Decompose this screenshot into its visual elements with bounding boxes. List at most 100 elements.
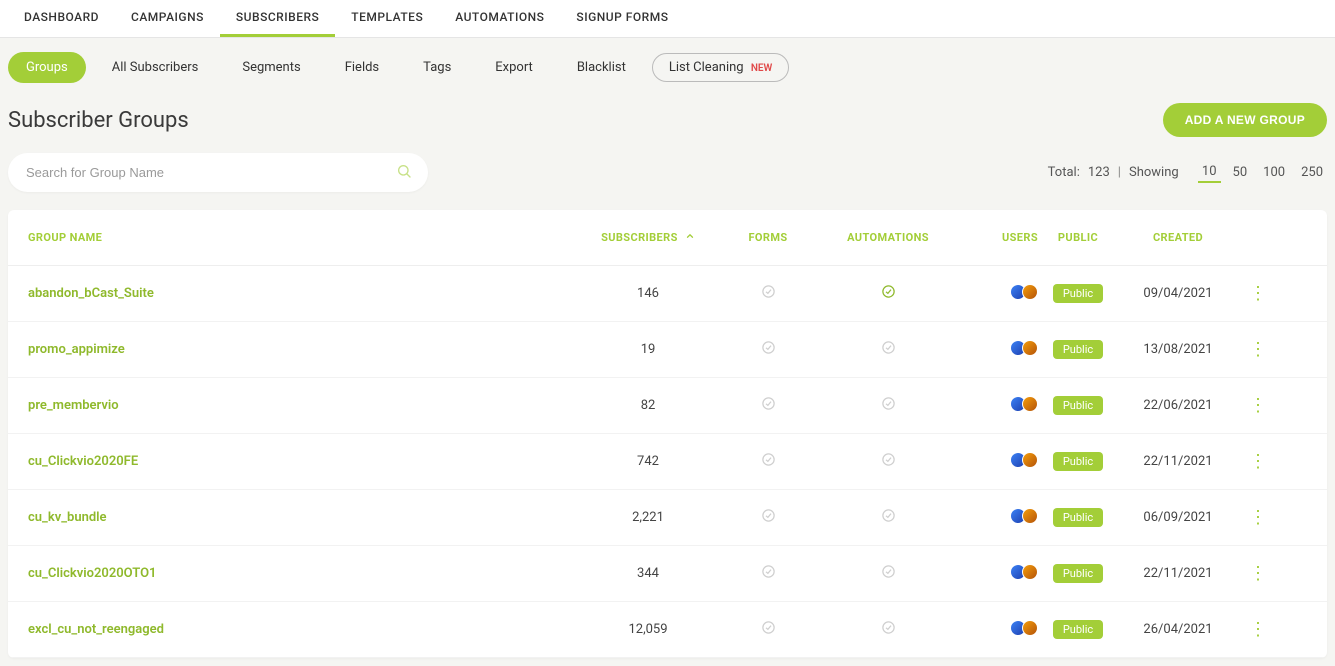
nav-signup-forms[interactable]: SIGNUP FORMS <box>560 0 684 37</box>
row-actions-menu[interactable]: ⋮ <box>1249 621 1267 639</box>
nav-subscribers[interactable]: SUBSCRIBERS <box>220 0 335 37</box>
row-actions-menu[interactable]: ⋮ <box>1249 285 1267 303</box>
cell-forms <box>708 284 828 304</box>
cell-subscribers: 742 <box>588 454 708 469</box>
avatar-icon <box>1022 396 1038 412</box>
avatar-icon <box>1022 284 1038 300</box>
groups-table: GROUP NAME SUBSCRIBERS FORMS AUTOMATIONS… <box>8 210 1327 658</box>
cell-subscribers: 2,221 <box>588 510 708 525</box>
user-avatars[interactable] <box>1010 452 1038 468</box>
th-public[interactable]: PUBLIC <box>1038 231 1118 244</box>
nav-automations[interactable]: AUTOMATIONS <box>439 0 560 37</box>
nav-campaigns[interactable]: CAMPAIGNS <box>115 0 220 37</box>
pagination-summary: Total: 123 | Showing 10 50 100 250 <box>1048 162 1327 183</box>
row-actions-menu[interactable]: ⋮ <box>1249 453 1267 471</box>
th-automations[interactable]: AUTOMATIONS <box>828 231 948 244</box>
subnav-groups[interactable]: Groups <box>8 52 86 83</box>
group-name-link[interactable]: cu_Clickvio2020FE <box>28 454 138 469</box>
subnav-list-cleaning[interactable]: List Cleaning NEW <box>652 53 790 82</box>
cell-forms <box>708 340 828 360</box>
cell-automations <box>828 340 948 360</box>
total-value: 123 <box>1088 165 1110 180</box>
cell-public: Public <box>1038 508 1118 527</box>
cell-automations <box>828 508 948 528</box>
public-badge[interactable]: Public <box>1053 452 1103 471</box>
table-row: pre_membervio 82 Public 22/06/2021 ⋮ <box>8 378 1327 434</box>
group-name-link[interactable]: excl_cu_not_reengaged <box>28 622 164 637</box>
user-avatars[interactable] <box>1010 508 1038 524</box>
cell-public: Public <box>1038 284 1118 303</box>
user-avatars[interactable] <box>1010 396 1038 412</box>
table-row: abandon_bCast_Suite 146 Public 09/04/202… <box>8 266 1327 322</box>
th-subscribers[interactable]: SUBSCRIBERS <box>588 231 708 245</box>
user-avatars[interactable] <box>1010 620 1038 636</box>
subnav-tags[interactable]: Tags <box>405 52 469 83</box>
group-name-link[interactable]: cu_Clickvio2020OTO1 <box>28 566 157 581</box>
cell-automations <box>828 620 948 640</box>
public-badge[interactable]: Public <box>1053 284 1103 303</box>
page-size-10[interactable]: 10 <box>1198 162 1221 183</box>
row-actions-menu[interactable]: ⋮ <box>1249 509 1267 527</box>
nav-templates[interactable]: TEMPLATES <box>335 0 439 37</box>
cell-forms <box>708 620 828 640</box>
subnav-segments[interactable]: Segments <box>224 52 318 83</box>
cell-automations <box>828 452 948 472</box>
empty-circle-icon <box>880 396 896 412</box>
cell-created: 26/04/2021 <box>1118 622 1238 637</box>
cell-users <box>948 508 1038 528</box>
separator: | <box>1118 165 1121 180</box>
cell-created: 06/09/2021 <box>1118 510 1238 525</box>
th-created[interactable]: CREATED <box>1118 231 1238 244</box>
total-label: Total: <box>1048 165 1080 180</box>
cell-forms <box>708 396 828 416</box>
search-input[interactable] <box>8 153 428 192</box>
row-actions-menu[interactable]: ⋮ <box>1249 397 1267 415</box>
subnav-list-cleaning-label: List Cleaning <box>669 60 744 75</box>
group-name-link[interactable]: promo_appimize <box>28 342 125 357</box>
user-avatars[interactable] <box>1010 564 1038 580</box>
group-name-link[interactable]: abandon_bCast_Suite <box>28 286 154 301</box>
nav-dashboard[interactable]: DASHBOARD <box>8 0 115 37</box>
check-circle-icon <box>880 284 896 300</box>
avatar-icon <box>1022 340 1038 356</box>
subnav-blacklist[interactable]: Blacklist <box>559 52 644 83</box>
cell-users <box>948 452 1038 472</box>
cell-public: Public <box>1038 620 1118 639</box>
user-avatars[interactable] <box>1010 284 1038 300</box>
page-size-100[interactable]: 100 <box>1259 163 1289 182</box>
public-badge[interactable]: Public <box>1053 508 1103 527</box>
sub-nav: Groups All Subscribers Segments Fields T… <box>0 38 1335 83</box>
subnav-export[interactable]: Export <box>477 52 551 83</box>
cell-users <box>948 340 1038 360</box>
th-users[interactable]: USERS <box>948 231 1038 244</box>
page-header: Subscriber Groups ADD A NEW GROUP <box>0 83 1335 145</box>
search-wrap <box>8 153 428 192</box>
cell-automations <box>828 396 948 416</box>
table-row: cu_Clickvio2020OTO1 344 Public 22/11/202… <box>8 546 1327 602</box>
cell-public: Public <box>1038 452 1118 471</box>
cell-users <box>948 620 1038 640</box>
user-avatars[interactable] <box>1010 340 1038 356</box>
group-name-link[interactable]: cu_kv_bundle <box>28 510 107 525</box>
subnav-all-subscribers[interactable]: All Subscribers <box>94 52 217 83</box>
public-badge[interactable]: Public <box>1053 340 1103 359</box>
th-group-name[interactable]: GROUP NAME <box>28 231 588 244</box>
public-badge[interactable]: Public <box>1053 620 1103 639</box>
public-badge[interactable]: Public <box>1053 396 1103 415</box>
add-new-group-button[interactable]: ADD A NEW GROUP <box>1163 103 1327 137</box>
public-badge[interactable]: Public <box>1053 564 1103 583</box>
page-size-50[interactable]: 50 <box>1229 163 1252 182</box>
th-subscribers-label: SUBSCRIBERS <box>601 231 678 244</box>
cell-created: 22/06/2021 <box>1118 398 1238 413</box>
cell-subscribers: 12,059 <box>588 622 708 637</box>
page-size-250[interactable]: 250 <box>1297 163 1327 182</box>
group-name-link[interactable]: pre_membervio <box>28 398 119 413</box>
subnav-fields[interactable]: Fields <box>327 52 397 83</box>
cell-forms <box>708 452 828 472</box>
cell-created: 13/08/2021 <box>1118 342 1238 357</box>
row-actions-menu[interactable]: ⋮ <box>1249 341 1267 359</box>
cell-public: Public <box>1038 564 1118 583</box>
th-forms[interactable]: FORMS <box>708 231 828 244</box>
cell-created: 22/11/2021 <box>1118 454 1238 469</box>
row-actions-menu[interactable]: ⋮ <box>1249 565 1267 583</box>
